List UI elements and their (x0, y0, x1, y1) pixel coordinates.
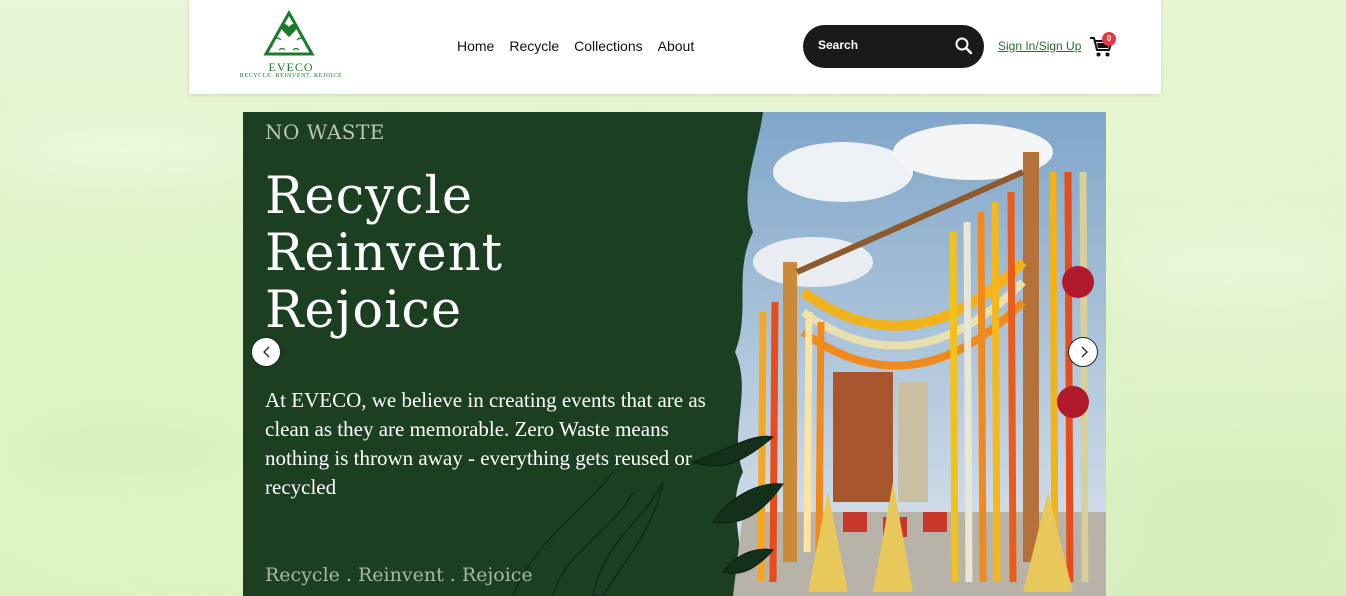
search-icon[interactable] (954, 36, 974, 56)
carousel-next-button[interactable] (1068, 337, 1098, 367)
background-streak (20, 420, 240, 480)
hero-title-line: Rejoice (265, 281, 463, 340)
hero-eyebrow: NO WASTE (265, 120, 385, 144)
nav-item-collections[interactable]: Collections (574, 38, 642, 54)
background-streak (1140, 470, 1340, 550)
hero-description: At EVECO, we believe in creating events … (265, 388, 706, 499)
nav-item-home[interactable]: Home (457, 38, 494, 54)
nav-item-about[interactable]: About (658, 38, 695, 54)
hero-title: Recycle Reinvent Rejoice (265, 168, 503, 339)
logo-tagline: RECYCLE. REINVENT. REJOICE (239, 73, 343, 79)
background-streak (1120, 230, 1346, 300)
chevron-right-icon (1081, 346, 1088, 358)
background-streak (0, 120, 260, 180)
search-label: Search (818, 38, 859, 52)
recycle-triangle-icon (263, 10, 315, 56)
hero-title-line: Recycle (265, 167, 474, 226)
hero-title-line: Reinvent (265, 224, 504, 283)
main-nav: Home Recycle Collections About (457, 38, 694, 54)
signin-link[interactable]: Sign In/Sign Up (998, 39, 1081, 53)
carousel-prev-button[interactable] (251, 337, 281, 367)
nav-item-recycle[interactable]: Recycle (509, 38, 559, 54)
cart-count-badge: 0 (1102, 32, 1116, 46)
search-bar[interactable]: Search (803, 25, 984, 68)
brand-logo[interactable]: EVECO RECYCLE. REINVENT. REJOICE (239, 10, 343, 82)
site-header: EVECO RECYCLE. REINVENT. REJOICE Home Re… (189, 0, 1161, 94)
hero-banner: NO WASTE Recycle Reinvent Rejoice At EVE… (243, 112, 1106, 596)
hero-footer-tagline: Recycle . Reinvent . Rejoice (265, 564, 533, 586)
chevron-left-icon (263, 346, 270, 358)
